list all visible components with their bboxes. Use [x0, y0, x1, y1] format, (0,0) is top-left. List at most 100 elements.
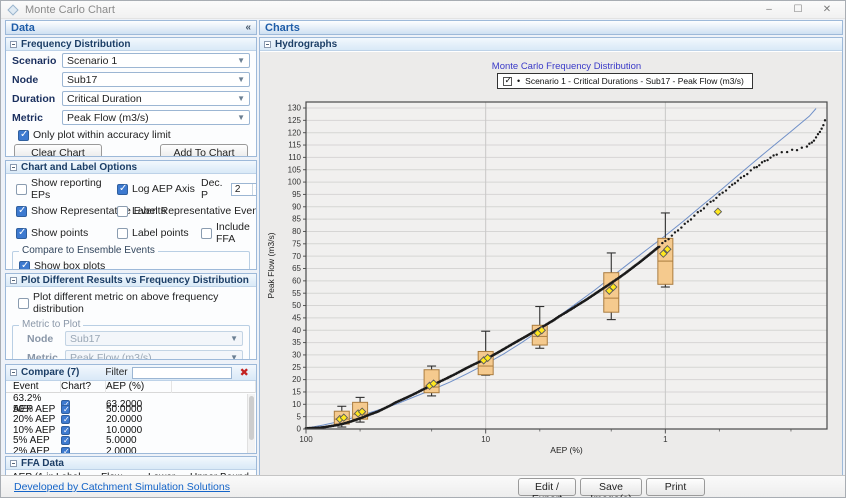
show-points-checkbox[interactable]	[16, 228, 27, 239]
svg-text:20: 20	[292, 375, 301, 384]
filter-input[interactable]	[132, 367, 232, 379]
chevron-down-icon: ▼	[237, 114, 245, 122]
svg-text:120: 120	[288, 128, 302, 137]
different-metric-select: Peak Flow (m3/s) ▼	[65, 350, 243, 360]
show-reporting-eps-checkbox[interactable]	[16, 184, 27, 195]
node-select[interactable]: Sub17 ▼	[62, 72, 250, 87]
plot-different-results-section: Plot Different Results vs Frequency Dist…	[5, 273, 257, 360]
collapse-section-icon[interactable]	[264, 41, 271, 48]
svg-text:105: 105	[288, 165, 302, 174]
node-label: Node	[12, 74, 62, 86]
collapse-section-icon[interactable]	[10, 460, 17, 467]
svg-text:60: 60	[292, 276, 301, 285]
chart-checkbox[interactable]	[61, 447, 70, 455]
svg-text:45: 45	[292, 313, 301, 322]
svg-text:110: 110	[288, 153, 301, 162]
include-ffa-checkbox[interactable]	[201, 228, 212, 239]
filter-label: Filter	[105, 367, 127, 378]
table-row[interactable]: 10% AEP 10.0000	[6, 425, 256, 436]
svg-text:25: 25	[292, 363, 301, 372]
svg-text:115: 115	[288, 141, 301, 150]
different-node-select: Sub17 ▼	[65, 331, 243, 346]
chart-checkbox[interactable]	[61, 405, 70, 414]
collapse-data-panel-button[interactable]: «	[245, 22, 251, 33]
metric-select[interactable]: Peak Flow (m3/s) ▼	[62, 110, 250, 125]
app-icon	[7, 4, 18, 15]
table-row[interactable]: 5% AEP 5.0000	[6, 435, 256, 446]
compare-ensemble-group: Compare to Ensemble Events Show box plot…	[12, 251, 250, 270]
edit-export-button[interactable]: Edit / Export	[518, 478, 576, 496]
collapse-section-icon[interactable]	[10, 369, 17, 376]
svg-text:70: 70	[292, 252, 301, 261]
dec-p-spinner[interactable]: 2 ▲▼	[231, 183, 257, 196]
svg-text:90: 90	[292, 202, 301, 211]
chart-checkbox[interactable]	[61, 426, 70, 435]
maximize-button[interactable]: ☐	[792, 4, 804, 15]
clear-filter-icon[interactable]: ✖	[240, 366, 249, 379]
collapse-section-icon[interactable]	[10, 41, 17, 48]
compare-section: Compare (7) Filter ✖ Event Chart? AEP (%…	[5, 364, 257, 454]
svg-text:30: 30	[292, 351, 301, 360]
metric-label: Metric	[19, 352, 65, 361]
collapse-section-icon[interactable]	[10, 277, 17, 284]
clear-chart-button[interactable]: Clear Chart	[14, 144, 102, 157]
label-points-checkbox[interactable]	[117, 228, 128, 239]
svg-text:10: 10	[481, 435, 490, 444]
charts-panel: Charts Hydrographs Monte Carlo Frequency…	[259, 20, 843, 475]
table-row[interactable]: 50% AEP 50.0000	[6, 404, 256, 415]
table-scrollbar[interactable]	[247, 394, 255, 454]
frequency-distribution-header[interactable]: Frequency Distribution	[6, 38, 256, 51]
svg-text:85: 85	[292, 215, 301, 224]
svg-text:AEP (%): AEP (%)	[550, 445, 583, 455]
charts-panel-header: Charts	[259, 20, 843, 35]
window-title: Monte Carlo Chart	[25, 4, 763, 16]
data-panel: Data « Frequency Distribution Scenario S…	[5, 20, 257, 475]
chart-checkbox[interactable]	[61, 415, 70, 424]
add-to-chart-button[interactable]: Add To Chart	[160, 144, 248, 157]
minimize-button[interactable]: –	[763, 4, 775, 15]
plot-different-metric-checkbox[interactable]	[18, 298, 29, 309]
compare-header: Compare (7) Filter ✖	[6, 365, 256, 381]
svg-text:Peak Flow (m3/s): Peak Flow (m3/s)	[266, 232, 276, 298]
metric-label: Metric	[12, 112, 62, 124]
chart-label-options-section: Chart and Label Options Show reporting E…	[5, 160, 257, 270]
chart-legend[interactable]: • Scenario 1 - Critical Durations - Sub1…	[497, 73, 753, 89]
chart-label-options-header[interactable]: Chart and Label Options	[6, 161, 256, 174]
chevron-down-icon: ▼	[237, 57, 245, 65]
legend-checkbox[interactable]	[503, 77, 512, 86]
accuracy-limit-checkbox[interactable]	[18, 130, 29, 141]
ffa-data-header[interactable]: FFA Data	[6, 457, 256, 470]
svg-text:130: 130	[288, 104, 302, 113]
duration-select[interactable]: Critical Duration ▼	[62, 91, 250, 106]
show-box-plots-checkbox[interactable]	[19, 261, 30, 271]
data-panel-title: Data	[11, 22, 35, 34]
hydrographs-section: Hydrographs Monte Carlo Frequency Distri…	[259, 37, 843, 477]
close-button[interactable]: ✕	[821, 4, 833, 15]
table-row[interactable]: 63.2% AEP 63.2000	[6, 393, 256, 404]
show-representative-events-checkbox[interactable]	[16, 206, 27, 217]
log-aep-axis-checkbox[interactable]	[117, 184, 128, 195]
legend-marker-icon: •	[517, 76, 520, 86]
scenario-select[interactable]: Scenario 1 ▼	[62, 53, 250, 68]
developer-link[interactable]: Developed by Catchment Simulation Soluti…	[14, 481, 230, 493]
hydrographs-header[interactable]: Hydrographs	[260, 38, 842, 51]
svg-text:55: 55	[292, 289, 301, 298]
label-representative-events-checkbox[interactable]	[117, 206, 128, 217]
frequency-distribution-plot: 0510152025303540455055606570758085909510…	[260, 52, 843, 476]
collapse-section-icon[interactable]	[10, 164, 17, 171]
svg-text:15: 15	[292, 388, 301, 397]
table-row[interactable]: 20% AEP 20.0000	[6, 414, 256, 425]
print-button[interactable]: Print	[646, 478, 705, 496]
chart-checkbox[interactable]	[61, 436, 70, 445]
compare-table-header: Event Chart? AEP (%)	[6, 381, 256, 393]
node-label: Node	[19, 333, 65, 345]
table-row[interactable]: 2% AEP 2.0000	[6, 446, 256, 455]
data-panel-header: Data «	[5, 20, 257, 35]
compare-table: Event Chart? AEP (%) 63.2% AEP 63.2000 5…	[6, 381, 256, 454]
dec-p-label: Dec. P	[201, 177, 228, 201]
spinner-arrows-icon[interactable]: ▲▼	[252, 184, 257, 195]
svg-text:0: 0	[297, 425, 302, 434]
save-images-button[interactable]: Save Image(s) ⌄	[580, 478, 642, 496]
svg-text:40: 40	[292, 326, 301, 335]
plot-different-results-header[interactable]: Plot Different Results vs Frequency Dist…	[6, 274, 256, 287]
